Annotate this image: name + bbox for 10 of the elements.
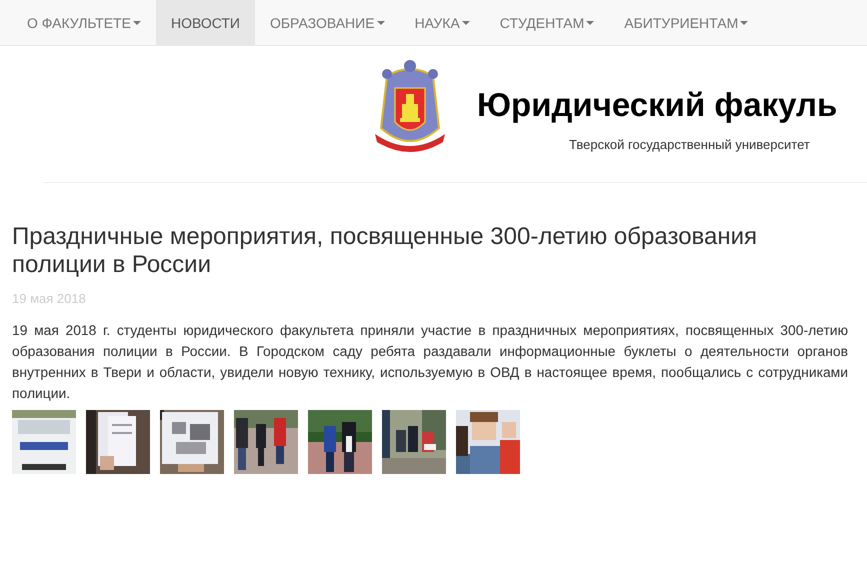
nav-link[interactable]: НАУКА [400,0,485,45]
nav-link[interactable]: СТУДЕНТАМ [484,0,610,45]
nav-link[interactable]: АБИТУРИЕНТАМ [609,0,764,45]
article-title: Праздничные мероприятия, посвященные 300-летию образования полиции в России [12,223,758,279]
article-text: 19 мая 2018 г. студенты юридического факультета приняли участие в праздничных мероприятиях, посвященных 300-летию образования полиции в России. В Городском саду ребята раздавали информационные буклеты о деятельности органов внутренних в Твери и области, увидели новую технику, используемую в ОВД в настоящее время, пообщались с сотрудниками полиции. [12,321,848,403]
site-title: Юридический факуль [477,85,838,125]
nav-link[interactable]: О ФАКУЛЬТЕТЕ [12,0,156,45]
nav-link[interactable]: НОВОСТИ [156,0,255,45]
nav-link[interactable]: ОБРАЗОВАНИЕ [254,0,400,45]
site-subtitle: Тверской государственный университет [569,137,811,152]
